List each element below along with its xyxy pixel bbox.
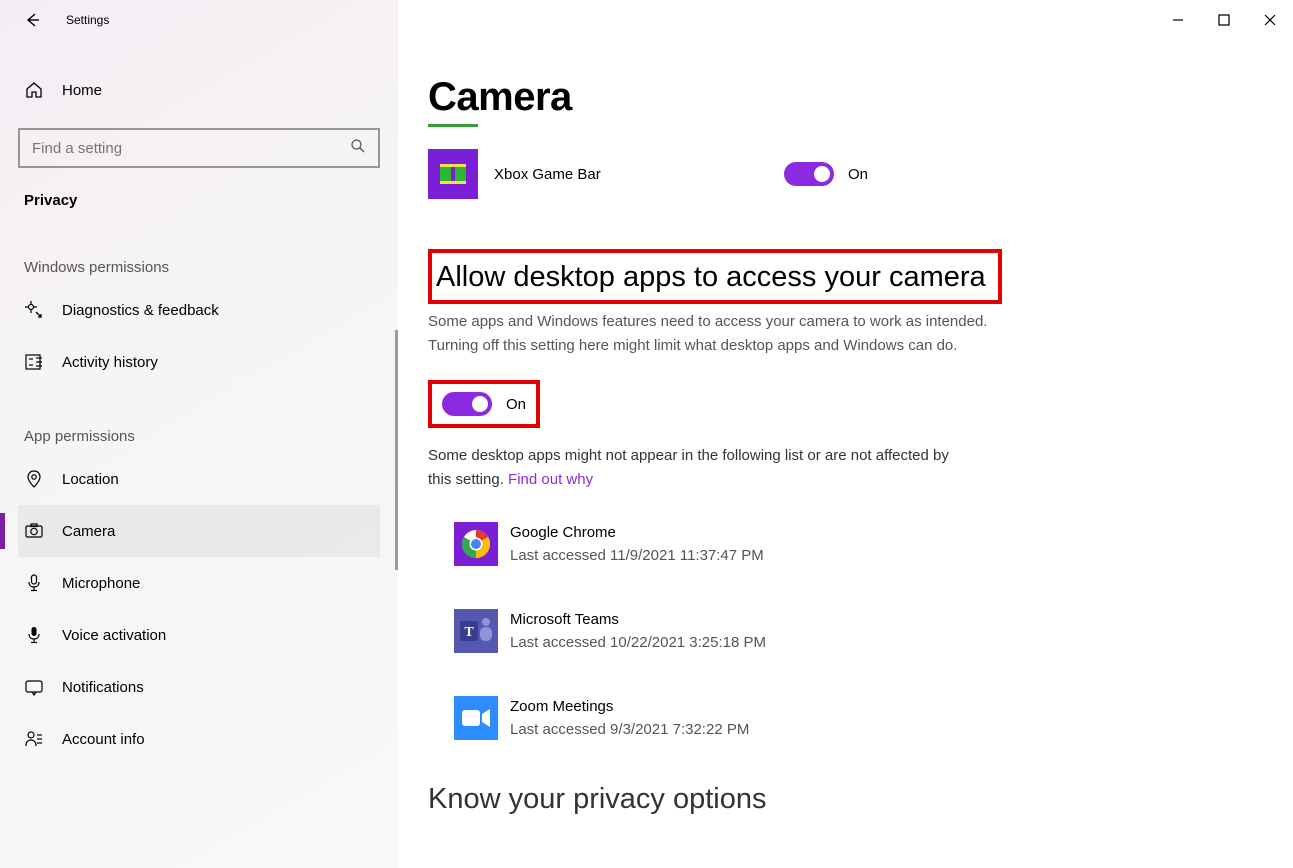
search-input[interactable] <box>32 140 350 157</box>
titlebar: Settings <box>0 0 1293 40</box>
sidebar-item-label: Microphone <box>62 575 140 592</box>
find-out-why-link[interactable]: Find out why <box>508 471 593 488</box>
app-name: Zoom Meetings <box>510 696 749 719</box>
notifications-icon <box>24 677 44 697</box>
section-description: Some apps and Windows features need to a… <box>428 310 988 358</box>
back-button[interactable] <box>20 8 44 32</box>
app-list-item-teams: T Microsoft Teams Last accessed 10/22/20… <box>454 609 1263 654</box>
close-button[interactable] <box>1247 5 1293 35</box>
diagnostics-icon <box>24 300 44 320</box>
title-underline <box>428 124 478 127</box>
teams-icon: T <box>454 609 498 653</box>
chrome-icon <box>454 522 498 566</box>
section-note: Some desktop apps might not appear in th… <box>428 444 968 492</box>
xbox-game-bar-icon <box>428 149 478 199</box>
page-title: Camera <box>428 75 1263 120</box>
desktop-app-list: Google Chrome Last accessed 11/9/2021 11… <box>428 522 1263 741</box>
highlight-box-toggle: On <box>428 380 540 428</box>
app-list-item-zoom: Zoom Meetings Last accessed 9/3/2021 7:3… <box>454 696 1263 741</box>
sidebar-item-label: Notifications <box>62 679 144 696</box>
desktop-apps-toggle[interactable] <box>442 392 492 416</box>
app-name: Google Chrome <box>510 522 764 545</box>
highlight-box-title: Allow desktop apps to access your camera <box>428 249 1002 304</box>
app-label: Xbox Game Bar <box>494 166 784 183</box>
app-name: Microsoft Teams <box>510 609 766 632</box>
app-list-item-chrome: Google Chrome Last accessed 11/9/2021 11… <box>454 522 1263 567</box>
sidebar-item-microphone[interactable]: Microphone <box>18 557 380 609</box>
sidebar-home-label: Home <box>62 82 102 99</box>
sidebar-item-location[interactable]: Location <box>18 453 380 505</box>
bottom-heading: Know your privacy options <box>428 783 1263 816</box>
sidebar-item-account-info[interactable]: Account info <box>18 713 380 765</box>
search-icon <box>350 138 366 159</box>
sidebar: Home Privacy Windows permissions Diagnos… <box>0 0 398 868</box>
sidebar-item-label: Activity history <box>62 354 158 371</box>
sidebar-item-label: Voice activation <box>62 627 166 644</box>
app-last-accessed: Last accessed 9/3/2021 7:32:22 PM <box>510 719 749 742</box>
main-content: Camera Xbox Game Bar On Allow desktop ap… <box>398 55 1293 868</box>
location-icon <box>24 469 44 489</box>
search-box[interactable] <box>18 128 380 168</box>
sidebar-item-voice-activation[interactable]: Voice activation <box>18 609 380 661</box>
sidebar-item-camera[interactable]: Camera <box>18 505 380 557</box>
sidebar-section-header: Windows permissions <box>18 259 380 276</box>
sidebar-item-label: Location <box>62 471 119 488</box>
app-row-xbox: Xbox Game Bar On <box>428 149 1263 199</box>
sidebar-section-header: App permissions <box>18 428 380 445</box>
sidebar-item-label: Camera <box>62 523 115 540</box>
sidebar-item-label: Account info <box>62 731 145 748</box>
xbox-toggle[interactable] <box>784 162 834 186</box>
home-icon <box>24 80 44 100</box>
toggle-label: On <box>506 396 526 413</box>
app-last-accessed: Last accessed 11/9/2021 11:37:47 PM <box>510 545 764 568</box>
sidebar-item-label: Diagnostics & feedback <box>62 302 219 319</box>
minimize-button[interactable] <box>1155 5 1201 35</box>
svg-text:T: T <box>464 625 474 640</box>
sidebar-item-diagnostics[interactable]: Diagnostics & feedback <box>18 284 380 336</box>
sidebar-item-notifications[interactable]: Notifications <box>18 661 380 713</box>
activity-icon <box>24 352 44 372</box>
camera-icon <box>24 521 44 541</box>
sidebar-item-activity-history[interactable]: Activity history <box>18 336 380 388</box>
zoom-icon <box>454 696 498 740</box>
sidebar-home[interactable]: Home <box>18 70 380 110</box>
section-title: Allow desktop apps to access your camera <box>436 261 986 294</box>
maximize-button[interactable] <box>1201 5 1247 35</box>
sidebar-category: Privacy <box>18 192 380 209</box>
window-title: Settings <box>66 13 109 27</box>
account-icon <box>24 729 44 749</box>
voice-icon <box>24 625 44 645</box>
microphone-icon <box>24 573 44 593</box>
note-text: Some desktop apps might not appear in th… <box>428 447 949 488</box>
toggle-label: On <box>848 166 868 183</box>
app-last-accessed: Last accessed 10/22/2021 3:25:18 PM <box>510 632 766 655</box>
